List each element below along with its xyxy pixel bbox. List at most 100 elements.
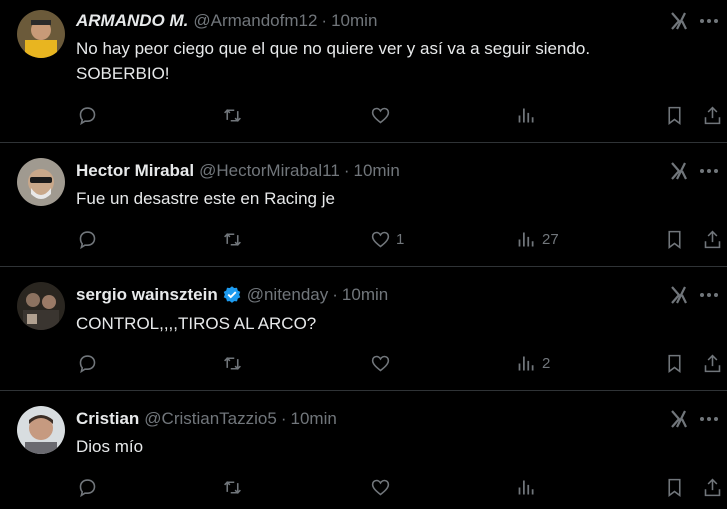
verified-badge-icon[interactable]	[222, 285, 242, 305]
tweet-header: sergio wainsztein @nitenday · 10min	[76, 284, 637, 306]
avatar[interactable]	[17, 406, 65, 454]
timestamp[interactable]: 10min	[342, 284, 388, 306]
grok-icon[interactable]	[669, 161, 689, 181]
tweet-header: Hector Mirabal @HectorMirabal11 · 10min	[76, 160, 637, 182]
repost-icon	[224, 356, 241, 370]
share-button[interactable]	[702, 475, 723, 499]
bookmark-icon	[668, 230, 681, 249]
heart-icon	[371, 107, 390, 124]
reply-button[interactable]	[77, 227, 98, 251]
share-button[interactable]	[702, 103, 723, 127]
separator: ·	[332, 285, 338, 304]
timestamp[interactable]: 10min	[291, 408, 337, 430]
tweet-text: Dios mío	[76, 434, 687, 459]
share-icon	[704, 230, 721, 248]
tweet[interactable]: Cristian @CristianTazzio5 · 10min Dios m…	[0, 391, 727, 509]
reply-button[interactable]	[77, 475, 98, 499]
views-button[interactable]: 27	[516, 227, 559, 251]
handle[interactable]: @Armandofm12	[193, 10, 317, 32]
share-icon	[704, 106, 721, 124]
analytics-icon	[518, 356, 534, 370]
separator: ·	[343, 161, 350, 180]
bookmark-icon	[668, 354, 681, 373]
views-button[interactable]	[516, 103, 542, 127]
action-bar: 1 27	[0, 227, 727, 251]
handle[interactable]: @nitenday	[247, 284, 329, 306]
tweet-text-line: Dios mío	[76, 437, 144, 456]
views-button[interactable]	[516, 475, 542, 499]
share-button[interactable]	[702, 227, 723, 251]
repost-button[interactable]	[222, 103, 243, 127]
action-bar: 2	[0, 351, 727, 375]
heart-icon	[371, 231, 390, 248]
repost-icon	[224, 108, 241, 122]
tweet[interactable]: Hector Mirabal @HectorMirabal11 · 10min …	[0, 143, 727, 267]
bookmark-button[interactable]	[664, 475, 685, 499]
bookmark-button[interactable]	[664, 227, 685, 251]
grok-icon[interactable]	[669, 285, 689, 305]
display-name[interactable]: sergio wainsztein	[76, 284, 218, 306]
share-button[interactable]	[702, 351, 723, 375]
like-button[interactable]	[370, 103, 396, 127]
grok-icon[interactable]	[669, 409, 689, 429]
separator: ·	[280, 409, 287, 428]
display-name[interactable]: ARMANDO M.	[76, 10, 188, 32]
reply-icon	[79, 478, 96, 497]
like-button[interactable]: 1	[370, 227, 404, 251]
handle[interactable]: @CristianTazzio5	[144, 408, 277, 430]
analytics-icon	[518, 108, 534, 122]
separator: ·	[321, 11, 328, 30]
tweet-text: No hay peor ciego que el que no quiere v…	[76, 36, 687, 86]
tweet[interactable]: sergio wainsztein @nitenday · 10min CONT…	[0, 267, 727, 391]
more-icon[interactable]	[697, 161, 721, 181]
avatar[interactable]	[17, 158, 65, 206]
views-button[interactable]: 2	[516, 351, 550, 375]
heart-icon	[371, 479, 390, 496]
avatar[interactable]	[17, 282, 65, 330]
share-icon	[704, 478, 721, 496]
grok-icon[interactable]	[669, 11, 689, 31]
heart-icon	[371, 355, 390, 372]
tweet-header: ARMANDO M. @Armandofm12 · 10min	[76, 10, 637, 32]
share-icon	[704, 354, 721, 372]
handle[interactable]: @HectorMirabal11	[199, 160, 340, 182]
avatar[interactable]	[17, 10, 65, 58]
like-button[interactable]	[370, 351, 396, 375]
tweet-text-line: No hay peor ciego que el que no quiere v…	[76, 39, 591, 58]
tweet-header: Cristian @CristianTazzio5 · 10min	[76, 408, 637, 430]
repost-button[interactable]	[222, 475, 243, 499]
reply-button[interactable]	[77, 103, 98, 127]
timestamp[interactable]: 10min	[353, 160, 399, 182]
like-count: 1	[396, 230, 405, 248]
reply-icon	[79, 230, 96, 249]
action-bar	[0, 103, 727, 127]
reply-button[interactable]	[77, 351, 98, 375]
more-icon[interactable]	[697, 285, 721, 305]
display-name[interactable]: Cristian	[76, 408, 139, 430]
action-bar	[0, 475, 727, 499]
view-count: 27	[542, 230, 559, 248]
like-button[interactable]	[370, 475, 396, 499]
bookmark-button[interactable]	[664, 103, 685, 127]
bookmark-button[interactable]	[664, 351, 685, 375]
bookmark-icon	[668, 478, 681, 497]
view-count: 2	[542, 354, 551, 372]
more-icon[interactable]	[697, 409, 721, 429]
repost-icon	[224, 232, 241, 246]
repost-icon	[224, 480, 241, 494]
reply-feed: ARMANDO M. @Armandofm12 · 10min No hay p…	[0, 0, 727, 509]
tweet[interactable]: ARMANDO M. @Armandofm12 · 10min No hay p…	[0, 0, 727, 143]
analytics-icon	[518, 480, 534, 494]
repost-button[interactable]	[222, 227, 243, 251]
tweet-text: CONTROL,,,,TIROS AL ARCO?	[76, 311, 687, 336]
bookmark-icon	[668, 106, 681, 125]
analytics-icon	[518, 232, 534, 246]
tweet-text-line: CONTROL,,,,TIROS AL ARCO?	[76, 314, 317, 333]
repost-button[interactable]	[222, 351, 243, 375]
display-name[interactable]: Hector Mirabal	[76, 160, 194, 182]
more-icon[interactable]	[697, 11, 721, 31]
timestamp[interactable]: 10min	[331, 10, 377, 32]
reply-icon	[79, 354, 96, 373]
reply-icon	[79, 106, 96, 125]
tweet-text: Fue un desastre este en Racing je	[76, 186, 687, 211]
